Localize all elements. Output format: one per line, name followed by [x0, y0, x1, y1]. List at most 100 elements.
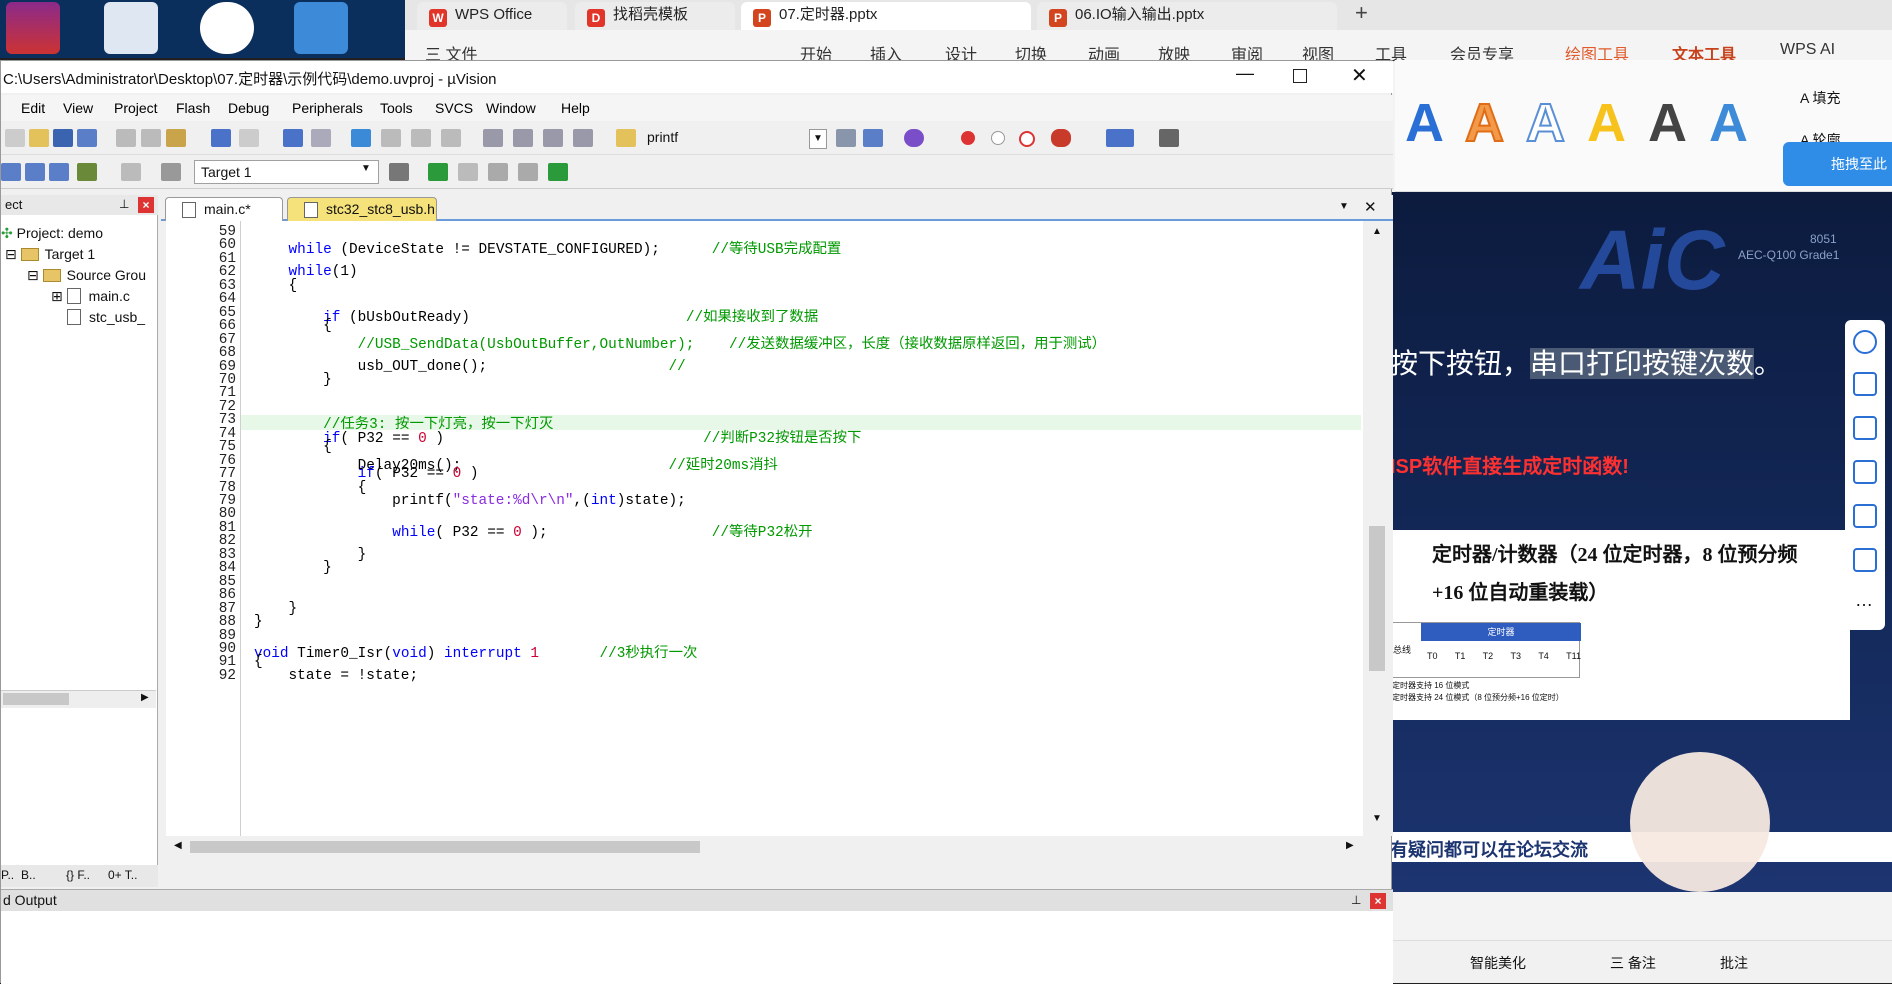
window-layout-icon[interactable] — [1106, 129, 1134, 147]
tab-templates[interactable]: 0+ T.. — [108, 868, 137, 882]
code-line[interactable]: if (bUsbOutReady) //如果接收到了数据 — [254, 305, 818, 326]
editor-vscroll[interactable]: ▲ ▼ — [1363, 221, 1393, 836]
slide-heading[interactable]: 按下按钮，串口打印按键次数。 — [1390, 342, 1782, 382]
new-tab-icon[interactable]: + — [1355, 0, 1368, 26]
frame-icon[interactable] — [1853, 504, 1877, 528]
code-line[interactable]: if( P32 == 0 ) //判断P32按钮是否按下 — [254, 426, 861, 447]
pin-icon[interactable]: ⊥ — [1351, 893, 1361, 907]
tree-source-group[interactable]: ⊟ Source Grou — [27, 267, 146, 284]
comments-button[interactable]: 批注 — [1720, 953, 1748, 973]
code-line[interactable]: } — [254, 560, 332, 576]
bookmark-clear-icon[interactable] — [441, 129, 461, 147]
build-icon[interactable] — [25, 163, 45, 181]
incremental-find-icon[interactable] — [863, 129, 883, 147]
bookmark-prev-icon[interactable] — [381, 129, 401, 147]
menu-window[interactable]: Window — [486, 100, 536, 116]
target-options-icon[interactable] — [389, 163, 409, 181]
pin-icon[interactable]: ⊥ — [119, 197, 129, 211]
scroll-up-icon[interactable]: ▲ — [1372, 226, 1382, 237]
translate-icon[interactable] — [1, 163, 21, 181]
tree-file-usb[interactable]: stc_usb_ — [67, 309, 145, 325]
code-line[interactable]: //USB_SendData(UsbOutBuffer,OutNumber); … — [254, 332, 1106, 353]
menu-debug[interactable]: Debug — [228, 100, 269, 116]
code-line[interactable]: while( P32 == 0 ); //等待P32松开 — [254, 520, 812, 541]
scroll-thumb[interactable] — [3, 693, 69, 705]
redo-icon[interactable] — [239, 129, 259, 147]
text-style-yellow[interactable]: A — [1587, 92, 1626, 154]
fill-button[interactable]: A 填充 — [1800, 88, 1840, 108]
breakpoint-disable-icon[interactable] — [991, 131, 1005, 145]
find-icon[interactable] — [836, 129, 856, 147]
drag-here-button[interactable]: 拖拽至此 — [1783, 142, 1892, 186]
winrar-icon[interactable] — [6, 2, 60, 54]
debug-start-icon[interactable] — [904, 129, 924, 147]
tree-project[interactable]: ✣ Project: demo — [1, 225, 103, 242]
code-line[interactable]: { — [254, 278, 298, 294]
scroll-down-icon[interactable]: ▼ — [1372, 813, 1382, 824]
undo-icon[interactable] — [211, 129, 231, 147]
app-icon[interactable] — [294, 2, 348, 54]
text-style-dark[interactable]: A — [1648, 92, 1687, 154]
bookmark-icon[interactable] — [351, 129, 371, 147]
config-wrench-icon[interactable] — [1159, 129, 1179, 147]
nav-back-icon[interactable] — [283, 129, 303, 147]
tab-ppt-timer[interactable]: P 07.定时器.pptx — [741, 2, 1031, 30]
paste-icon[interactable] — [166, 129, 186, 147]
stop-build-icon[interactable] — [121, 163, 141, 181]
nav-forward-icon[interactable] — [311, 129, 331, 147]
file-extensions-icon[interactable] — [428, 163, 448, 181]
tree-file-main[interactable]: ⊞ main.c — [51, 288, 130, 305]
tab-ppt-io[interactable]: P 06.IO输入输出.pptx — [1037, 2, 1337, 30]
stamp-icon[interactable] — [1853, 460, 1877, 484]
close-icon[interactable]: ✕ — [1351, 63, 1368, 88]
pack-installer-icon[interactable] — [518, 163, 538, 181]
beautify-button[interactable]: 智能美化 — [1470, 953, 1526, 973]
scroll-thumb[interactable] — [1369, 526, 1385, 671]
breakpoint-clear-icon[interactable] — [1019, 131, 1035, 147]
batch-build-icon[interactable] — [77, 163, 97, 181]
minus-icon[interactable] — [1853, 330, 1877, 354]
target-select[interactable]: Target 1 — [194, 160, 379, 184]
tab-template[interactable]: D 找稻壳模板 — [575, 2, 735, 30]
editor-hscroll[interactable]: ◀ ▶ — [166, 836, 1366, 858]
text-style-outline[interactable]: A — [1525, 92, 1566, 154]
menu-svcs[interactable]: SVCS — [435, 100, 473, 116]
uncomment-icon[interactable] — [573, 129, 593, 147]
code-line[interactable]: printf("state:%d\r\n",(int)state); — [254, 493, 686, 509]
menu-view[interactable]: View — [63, 100, 93, 116]
tab-main-c[interactable]: main.c* — [165, 197, 283, 221]
download-icon[interactable] — [161, 163, 181, 181]
slide-card[interactable]: 定时器/计数器（24 位定时器，8 位预分频 +16 位自动重装载） 定时器 总… — [1390, 530, 1850, 720]
cut-icon[interactable] — [116, 129, 136, 147]
bookmark-next-icon[interactable] — [411, 129, 431, 147]
manage-components-icon[interactable] — [458, 163, 478, 181]
text-style-gradient[interactable]: A — [1709, 92, 1748, 154]
tab-usb-h[interactable]: stc32_stc8_usb.h — [287, 197, 437, 221]
menu-peripherals[interactable]: Peripherals — [292, 100, 363, 116]
code-line[interactable]: state = !state; — [254, 668, 419, 684]
slide-red-note[interactable]: ISP软件直接生成定时函数! — [1390, 450, 1629, 479]
menu-flash[interactable]: Flash — [176, 100, 210, 116]
tab-books[interactable]: B.. — [21, 868, 36, 882]
brush-icon[interactable] — [1853, 416, 1877, 440]
tab-list-dropdown-icon[interactable]: ▼ — [1339, 201, 1349, 212]
run-time-env-icon[interactable] — [548, 163, 568, 181]
folder-icon[interactable] — [104, 2, 158, 54]
tree-target[interactable]: ⊟ Target 1 — [5, 246, 95, 263]
maximize-icon[interactable] — [1293, 69, 1307, 83]
find-in-files-icon[interactable] — [616, 129, 636, 147]
scroll-left-icon[interactable]: ◀ — [174, 840, 182, 851]
code-editor[interactable]: 59 60 61 62 63 64 65 66 67 68 69 70 71 72 73 74 75 76 77 78… — [166, 221, 1366, 836]
rebuild-icon[interactable] — [49, 163, 69, 181]
breakpoint-icon[interactable] — [961, 131, 975, 145]
text-style-orange[interactable]: A — [1464, 92, 1505, 154]
tab-wps-office[interactable]: W WPS Office — [417, 2, 567, 30]
save-icon[interactable] — [53, 129, 73, 147]
panel-close-icon[interactable]: × — [138, 197, 154, 213]
menu-edit[interactable]: Edit — [21, 100, 45, 116]
more-icon[interactable]: … — [1855, 590, 1873, 611]
chevron-down-icon[interactable]: ▼ — [361, 163, 371, 174]
scroll-right-icon[interactable]: ▶ — [141, 692, 149, 703]
list-icon[interactable] — [1853, 548, 1877, 572]
build-output[interactable] — [1, 911, 1393, 984]
